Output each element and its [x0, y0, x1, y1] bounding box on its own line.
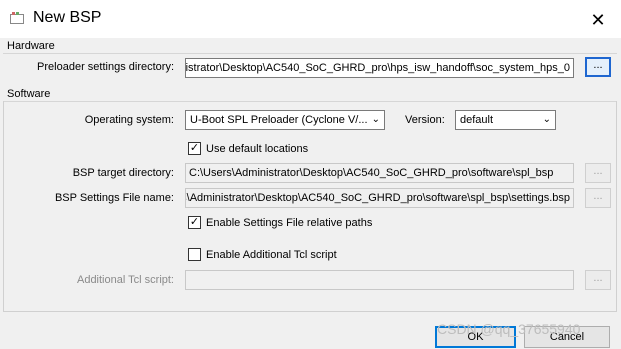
enable-tcl-label: Enable Additional Tcl script — [206, 249, 337, 261]
use-default-locations-checkbox[interactable]: ✓ — [188, 142, 201, 155]
tcl-script-input[interactable] — [185, 270, 574, 290]
preloader-settings-input[interactable]: C:\Users\Administrator\Desktop\AC540_SoC… — [185, 58, 574, 78]
hardware-group-divider — [3, 53, 617, 54]
window-title: New BSP — [33, 9, 102, 26]
os-label: Operating system: — [84, 114, 174, 126]
bsp-target-input[interactable]: C:\Users\Administrator\Desktop\AC540_SoC… — [185, 163, 574, 183]
bsp-target-label: BSP target directory: — [72, 167, 174, 179]
bsp-settings-browse-button[interactable]: ... — [585, 188, 611, 208]
software-group-label: Software — [7, 88, 51, 100]
os-select[interactable]: U-Boot SPL Preloader (Cyclone V/... ⌄ — [185, 110, 385, 130]
chevron-down-icon: ⌄ — [371, 114, 380, 125]
watermark: CSDN @qq_37655940 — [437, 321, 581, 337]
bsp-settings-input[interactable]: C:\Users\Administrator\Desktop\AC540_SoC… — [185, 188, 574, 208]
enable-relative-paths-label: Enable Settings File relative paths — [206, 217, 373, 229]
bsp-target-browse-button[interactable]: ... — [585, 163, 611, 183]
app-icon — [10, 12, 24, 24]
enable-relative-paths-checkbox[interactable]: ✓ — [188, 216, 201, 229]
use-default-locations-label: Use default locations — [206, 143, 309, 155]
version-select[interactable]: default ⌄ — [455, 110, 556, 130]
close-icon[interactable]: ✕ — [588, 10, 608, 30]
chevron-down-icon: ⌄ — [542, 114, 551, 125]
preloader-settings-label: Preloader settings directory: — [37, 61, 174, 73]
tcl-script-browse-button[interactable]: ... — [585, 270, 611, 290]
version-select-value: default — [460, 114, 494, 126]
enable-tcl-checkbox[interactable] — [188, 248, 201, 261]
bsp-settings-label: BSP Settings File name: — [54, 192, 174, 204]
preloader-browse-button[interactable]: ... — [585, 57, 611, 77]
version-label: Version: — [405, 114, 445, 126]
tcl-script-label: Additional Tcl script: — [76, 274, 174, 286]
hardware-group-label: Hardware — [7, 40, 55, 52]
os-select-value: U-Boot SPL Preloader (Cyclone V/... — [190, 114, 368, 126]
